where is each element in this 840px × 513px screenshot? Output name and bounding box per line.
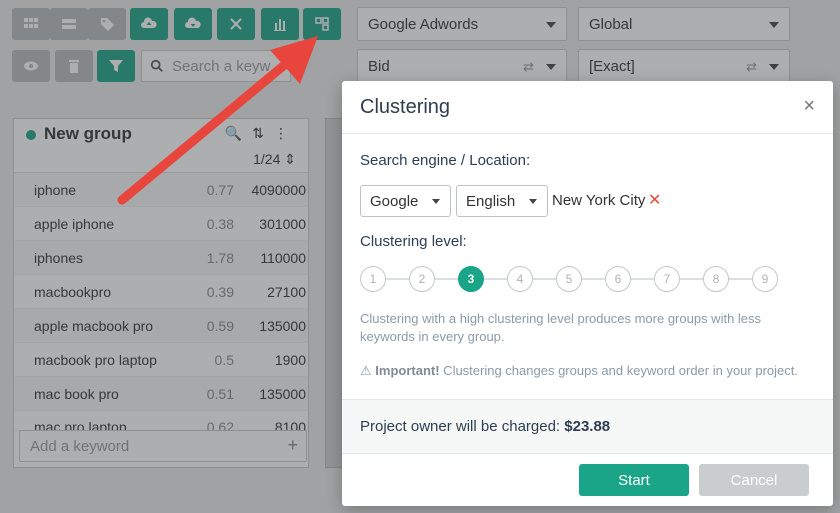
start-button[interactable]: Start [579, 464, 689, 496]
close-icon[interactable]: × [803, 95, 815, 117]
level-step-1[interactable]: 1 [360, 266, 386, 292]
important-label: Important! [375, 363, 440, 378]
important-note: ⚠ Important! Clustering changes groups a… [360, 363, 798, 379]
language-select[interactable]: English [456, 185, 548, 217]
remove-location-icon[interactable]: ✕ [648, 190, 661, 210]
language-value: English [466, 192, 516, 210]
dialog-header: Clustering × [342, 81, 833, 134]
cancel-button[interactable]: Cancel [699, 464, 809, 496]
location-tag: New York City [552, 192, 646, 209]
clustering-level-label: Clustering level: [360, 233, 467, 250]
level-step-9[interactable]: 9 [752, 266, 778, 292]
level-step-6[interactable]: 6 [605, 266, 631, 292]
dialog-title: Clustering [360, 96, 451, 118]
level-step-5[interactable]: 5 [556, 266, 582, 292]
clustering-dialog: Clustering × Search engine / Location: G… [342, 81, 833, 506]
charge-text: Project owner will be charged: $23.88 [360, 418, 610, 435]
chevron-down-icon [432, 199, 440, 204]
level-step-8[interactable]: 8 [703, 266, 729, 292]
clustering-level-stepper: 1 2 3 4 5 6 7 8 9 [360, 266, 780, 292]
charge-label: Project owner will be charged: [360, 418, 565, 435]
charge-summary: Project owner will be charged: $23.88 [342, 399, 833, 454]
search-engine-select[interactable]: Google [360, 185, 451, 217]
important-text: Clustering changes groups and keyword or… [439, 363, 798, 378]
level-step-4[interactable]: 4 [507, 266, 533, 292]
engine-location-label: Search engine / Location: [360, 152, 531, 169]
charge-amount: $23.88 [564, 418, 611, 435]
level-step-3[interactable]: 3 [458, 266, 484, 292]
chevron-down-icon [529, 199, 537, 204]
level-step-7[interactable]: 7 [654, 266, 680, 292]
clustering-description: Clustering with a high clustering level … [360, 311, 762, 344]
warning-icon: ⚠ [360, 363, 372, 378]
search-engine-value: Google [370, 192, 419, 210]
level-step-2[interactable]: 2 [409, 266, 435, 292]
